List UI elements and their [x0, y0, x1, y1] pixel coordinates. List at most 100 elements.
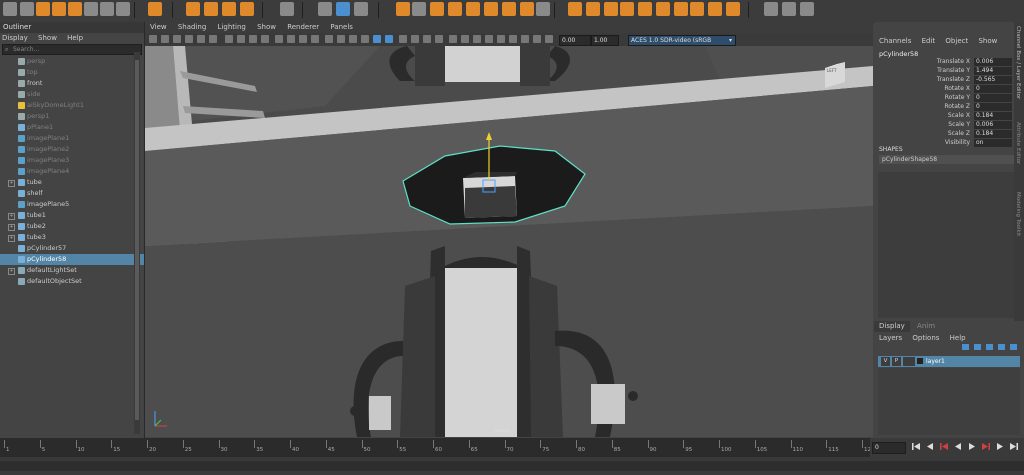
shelf-tool-icon[interactable]: [620, 2, 634, 16]
shelf-tool-icon[interactable]: [568, 2, 582, 16]
attribute-value-field[interactable]: 0.006: [974, 121, 1012, 129]
shelf-tool-icon[interactable]: [520, 2, 534, 16]
outliner-item[interactable]: aiSkyDomeLight1: [0, 100, 144, 111]
viewport-tool-icon[interactable]: [361, 35, 369, 43]
layer-playback-toggle[interactable]: P: [892, 357, 901, 366]
viewport-tool-icon[interactable]: [337, 35, 345, 43]
channel-attribute-row[interactable]: Scale X 0.184: [874, 112, 1014, 121]
play-forward-icon[interactable]: [968, 442, 976, 451]
outliner-item[interactable]: + defaultLightSet: [0, 265, 144, 276]
shelf-tool-icon[interactable]: [52, 2, 66, 16]
attribute-label[interactable]: Scale X: [948, 112, 970, 119]
attribute-label[interactable]: Rotate X: [944, 85, 970, 92]
expand-icon[interactable]: +: [8, 235, 15, 242]
viewport-tool-icon[interactable]: [287, 35, 295, 43]
viewport-tool-icon[interactable]: [449, 35, 457, 43]
viewport-tool-icon[interactable]: [237, 35, 245, 43]
viewport-tool-icon[interactable]: [249, 35, 257, 43]
outliner-search-input[interactable]: ⌕ Search...: [2, 44, 142, 55]
current-frame-field[interactable]: 0: [872, 442, 906, 454]
channel-attribute-row[interactable]: Translate Z -0.565: [874, 76, 1014, 85]
colorspace-dropdown[interactable]: ACES 1.0 SDR-video (sRGB ▾: [628, 35, 736, 46]
layer-menu-help[interactable]: Help: [950, 334, 966, 342]
step-forward-icon[interactable]: [996, 442, 1004, 451]
shelf-tool-icon[interactable]: [800, 2, 814, 16]
attribute-label[interactable]: Translate X: [937, 58, 970, 65]
outliner-item[interactable]: imagePlane4: [0, 166, 144, 177]
viewport-tool-icon[interactable]: [423, 35, 431, 43]
outliner-item[interactable]: imagePlane5: [0, 199, 144, 210]
layer-row[interactable]: V P layer1: [878, 356, 1020, 367]
layer-remove-icon[interactable]: [986, 344, 993, 350]
shelf-tool-icon[interactable]: [222, 2, 236, 16]
layer-visibility-toggle[interactable]: V: [881, 357, 890, 366]
viewport-tool-icon[interactable]: [533, 35, 541, 43]
viewport-tool-icon[interactable]: [473, 35, 481, 43]
exposure-field[interactable]: 0.00: [559, 35, 591, 46]
shelf-tool-icon[interactable]: [36, 2, 50, 16]
view-cube-label[interactable]: LEFT: [827, 68, 836, 73]
layer-new-icon[interactable]: [962, 344, 969, 350]
shelf-tool-icon[interactable]: [690, 2, 704, 16]
layer-menu-layers[interactable]: Layers: [879, 334, 902, 342]
viewport-tool-icon[interactable]: [509, 35, 517, 43]
viewport-tool-icon[interactable]: [197, 35, 205, 43]
shelf-tool-icon[interactable]: [336, 2, 350, 16]
shelf-tool-icon[interactable]: [116, 2, 130, 16]
tab-channel-layer[interactable]: Channel Box / Layer Editor: [1015, 26, 1021, 99]
outliner-item[interactable]: top: [0, 67, 144, 78]
expand-icon[interactable]: +: [8, 213, 15, 220]
viewport-menu-lighting[interactable]: Lighting: [218, 23, 246, 31]
viewport-menu-shading[interactable]: Shading: [178, 23, 206, 31]
attribute-value-field[interactable]: on: [974, 139, 1012, 147]
tab-modeling-toolkit[interactable]: Modeling Toolkit: [1015, 192, 1021, 236]
channel-attribute-row[interactable]: Scale Y 0.006: [874, 121, 1014, 130]
shelf-tool-icon[interactable]: [204, 2, 218, 16]
shelf-tool-icon[interactable]: [354, 2, 368, 16]
shelf-tool-icon[interactable]: [656, 2, 670, 16]
viewport-tool-icon[interactable]: [325, 35, 333, 43]
channel-attribute-row[interactable]: Rotate Z 0: [874, 103, 1014, 112]
go-to-start-icon[interactable]: [912, 442, 920, 451]
viewport-menu-show[interactable]: Show: [257, 23, 276, 31]
outliner-item[interactable]: defaultObjectSet: [0, 276, 144, 287]
outliner-item[interactable]: shelf: [0, 188, 144, 199]
key-next-icon[interactable]: [982, 442, 990, 451]
viewport-tool-icon[interactable]: [435, 35, 443, 43]
viewport-tool-icon[interactable]: [261, 35, 269, 43]
channel-attribute-row[interactable]: Rotate X 0: [874, 85, 1014, 94]
layer-move-up-icon[interactable]: [998, 344, 1005, 350]
shelf-tool-icon[interactable]: [782, 2, 796, 16]
viewport-tool-icon[interactable]: [149, 35, 157, 43]
viewport-tool-icon[interactable]: [521, 35, 529, 43]
attribute-value-field[interactable]: 0: [974, 85, 1012, 93]
shelf-tool-icon[interactable]: [586, 2, 600, 16]
attribute-value-field[interactable]: 0: [974, 94, 1012, 102]
shelf-tool-icon[interactable]: [448, 2, 462, 16]
shelf-tool-icon[interactable]: [20, 2, 34, 16]
shelf-tool-icon[interactable]: [430, 2, 444, 16]
shelf-tool-icon[interactable]: [240, 2, 254, 16]
outliner-item[interactable]: + tube2: [0, 221, 144, 232]
range-track[interactable]: [0, 461, 1024, 471]
attribute-value-field[interactable]: 1.494: [974, 67, 1012, 75]
outliner-menu-display[interactable]: Display: [2, 34, 28, 42]
viewport-tool-icon[interactable]: [225, 35, 233, 43]
viewport-tool-icon[interactable]: [385, 35, 393, 43]
attribute-label[interactable]: Rotate Z: [944, 103, 970, 110]
shelf-tool-icon[interactable]: [280, 2, 294, 16]
shelf-tool-icon[interactable]: [3, 2, 17, 16]
range-slider[interactable]: [0, 457, 1024, 475]
shelf-tool-icon[interactable]: [604, 2, 618, 16]
layer-type-toggle[interactable]: [903, 357, 915, 366]
key-prev-icon[interactable]: [940, 442, 948, 451]
play-backward-icon[interactable]: [954, 442, 962, 451]
shelf-tool-icon[interactable]: [484, 2, 498, 16]
attribute-label[interactable]: Scale Z: [948, 130, 970, 137]
shelf-tool-icon[interactable]: [84, 2, 98, 16]
shelf-tool-icon[interactable]: [148, 2, 162, 16]
viewport-tool-icon[interactable]: [161, 35, 169, 43]
shelf-tool-icon[interactable]: [412, 2, 426, 16]
attribute-value-field[interactable]: 0.006: [974, 58, 1012, 66]
shelf-tool-icon[interactable]: [466, 2, 480, 16]
